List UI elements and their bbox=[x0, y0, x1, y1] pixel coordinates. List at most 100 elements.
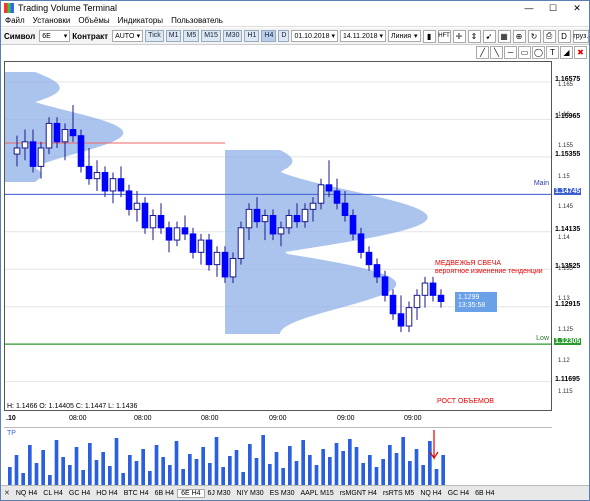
ray-tool-icon[interactable]: ╲ bbox=[490, 46, 503, 59]
symbol-tab[interactable]: AAPL M15 bbox=[298, 490, 337, 497]
price-level-label: 1.14135 bbox=[555, 225, 581, 233]
symbol-tab[interactable]: BTC H4 bbox=[121, 490, 152, 497]
text-tool-icon[interactable]: T bbox=[546, 46, 559, 59]
bear-candle bbox=[357, 233, 365, 253]
menu-file[interactable]: Файл bbox=[1, 16, 29, 25]
symbol-tab-active[interactable]: 6E H4 bbox=[177, 488, 205, 498]
symbol-tab[interactable]: 6B H4 bbox=[472, 490, 497, 497]
volume-bar bbox=[21, 473, 25, 485]
bull-candle bbox=[149, 215, 157, 229]
bear-candle bbox=[85, 165, 93, 180]
tab-close-icon[interactable]: ✕ bbox=[1, 489, 13, 497]
line-tool-icon[interactable]: ╱ bbox=[476, 46, 489, 59]
grid-icon[interactable]: ▦ bbox=[497, 29, 511, 43]
volume-bar bbox=[101, 452, 105, 485]
volume-bar bbox=[208, 463, 212, 485]
delete-tool-icon[interactable]: ✖ bbox=[574, 46, 587, 59]
hft-button[interactable]: HFT bbox=[437, 29, 451, 43]
cursor-icon[interactable]: ➹ bbox=[482, 29, 496, 43]
date-from-field[interactable]: 01.10.2018 bbox=[291, 30, 338, 42]
close-button[interactable]: ✕ bbox=[565, 3, 589, 14]
volume-bar bbox=[121, 473, 125, 485]
price-minor-label: 1.14 bbox=[558, 235, 570, 242]
price-chart[interactable]: H: 1.1466 O: 1.14405 C: 1.1447 L: 1.1436… bbox=[4, 61, 552, 411]
bull-candle bbox=[317, 184, 325, 204]
bull-candle bbox=[197, 239, 205, 253]
bull-candle bbox=[93, 172, 101, 180]
menu-user[interactable]: Пользователь bbox=[167, 16, 227, 25]
contract-select[interactable]: AUTO bbox=[112, 30, 144, 42]
tf-m5-button[interactable]: M5 bbox=[183, 30, 200, 42]
symbol-tab[interactable]: rsMGNT H4 bbox=[337, 490, 380, 497]
minimize-button[interactable]: — bbox=[517, 3, 541, 14]
volume-bar bbox=[108, 466, 112, 485]
menu-settings[interactable]: Установки bbox=[29, 16, 75, 25]
price-minor-label: 1.165 bbox=[558, 81, 574, 88]
volume-bar bbox=[368, 455, 372, 485]
move-icon[interactable]: ⇕ bbox=[467, 29, 481, 43]
symbol-tab[interactable]: ES M30 bbox=[267, 490, 298, 497]
hline-tool-icon[interactable]: ─ bbox=[504, 46, 517, 59]
tf-m1-button[interactable]: M1 bbox=[165, 30, 182, 42]
bull-candle bbox=[229, 257, 237, 278]
price-minor-label: 1.135 bbox=[558, 265, 574, 272]
tf-m30-button[interactable]: M30 bbox=[222, 30, 243, 42]
time-label: .10 bbox=[6, 415, 16, 422]
symbol-tab[interactable]: rsRTS M5 bbox=[380, 490, 417, 497]
volume-bar bbox=[248, 444, 252, 485]
tf-d-button[interactable]: D bbox=[278, 30, 290, 42]
volume-bar bbox=[81, 470, 85, 485]
price-minor-label: 1.16 bbox=[558, 112, 570, 119]
tf-h1-button[interactable]: H1 bbox=[244, 30, 260, 42]
cursor-price-box: 1.1299 13:35:58 bbox=[455, 292, 497, 312]
symbol-tab[interactable]: NIY M30 bbox=[234, 490, 267, 497]
zoom-icon[interactable]: ⊕ bbox=[512, 29, 526, 43]
d-button[interactable]: D bbox=[557, 29, 571, 43]
tf-m15-button[interactable]: M15 bbox=[201, 30, 221, 42]
bear-candle bbox=[253, 208, 261, 223]
volume-bar bbox=[181, 469, 185, 485]
volume-bar bbox=[34, 463, 39, 485]
price-minor-label: 1.12 bbox=[558, 357, 570, 364]
chart-style-select[interactable]: Линия bbox=[388, 30, 421, 42]
bull-candle bbox=[237, 227, 245, 259]
bear-candle-title: МЕДВЕЖЬЯ СВЕЧА bbox=[435, 260, 502, 267]
symbol-tab[interactable]: CL H4 bbox=[40, 490, 66, 497]
volume-panel[interactable]: TP bbox=[4, 427, 552, 485]
symbol-select[interactable]: 6E bbox=[39, 30, 71, 42]
bear-candle bbox=[157, 215, 165, 229]
candles-icon[interactable]: ▮ bbox=[422, 29, 436, 43]
bull-candle bbox=[309, 202, 317, 210]
load-button[interactable]: груз. bbox=[572, 29, 589, 43]
symbol-tab[interactable]: NQ H4 bbox=[417, 490, 444, 497]
volume-bar bbox=[428, 441, 432, 485]
volume-bar bbox=[41, 450, 45, 485]
symbol-tab[interactable]: HO H4 bbox=[93, 490, 120, 497]
date-to-field[interactable]: 14.11.2018 bbox=[340, 30, 387, 42]
bear-candle bbox=[221, 251, 229, 278]
bull-candle bbox=[301, 208, 309, 223]
menu-volumes[interactable]: Объёмы bbox=[74, 16, 113, 25]
volume-bar bbox=[154, 445, 159, 485]
symbol-tab[interactable]: GC H4 bbox=[445, 490, 472, 497]
symbol-tab[interactable]: 6J M30 bbox=[205, 490, 234, 497]
crosshair-icon[interactable]: ✛ bbox=[452, 29, 466, 43]
bull-candle bbox=[133, 202, 141, 210]
rect-tool-icon[interactable]: ▭ bbox=[518, 46, 531, 59]
symbol-tab[interactable]: GC H4 bbox=[66, 490, 93, 497]
price-axis[interactable]: 1.16575 1.15965 1.15355 1.14745 1.14135 1.135… bbox=[552, 61, 589, 411]
volume-bar bbox=[268, 464, 272, 485]
fill-tool-icon[interactable]: ◢ bbox=[560, 46, 573, 59]
symbol-label: Символ bbox=[4, 31, 36, 41]
ellipse-tool-icon[interactable]: ◯ bbox=[532, 46, 545, 59]
main-level-label: Main bbox=[533, 180, 549, 187]
tf-tick-button[interactable]: Tick bbox=[145, 30, 164, 42]
tf-h4-button[interactable]: H4 bbox=[261, 30, 277, 42]
menu-indicators[interactable]: Индикаторы bbox=[114, 16, 167, 25]
bear-candle bbox=[373, 264, 381, 278]
symbol-tab[interactable]: 6B H4 bbox=[152, 490, 177, 497]
refresh-icon[interactable]: ↻ bbox=[527, 29, 541, 43]
symbol-tab[interactable]: NQ H4 bbox=[13, 490, 40, 497]
maximize-button[interactable]: ☐ bbox=[541, 3, 565, 14]
print-icon[interactable]: ⎙ bbox=[542, 29, 556, 43]
